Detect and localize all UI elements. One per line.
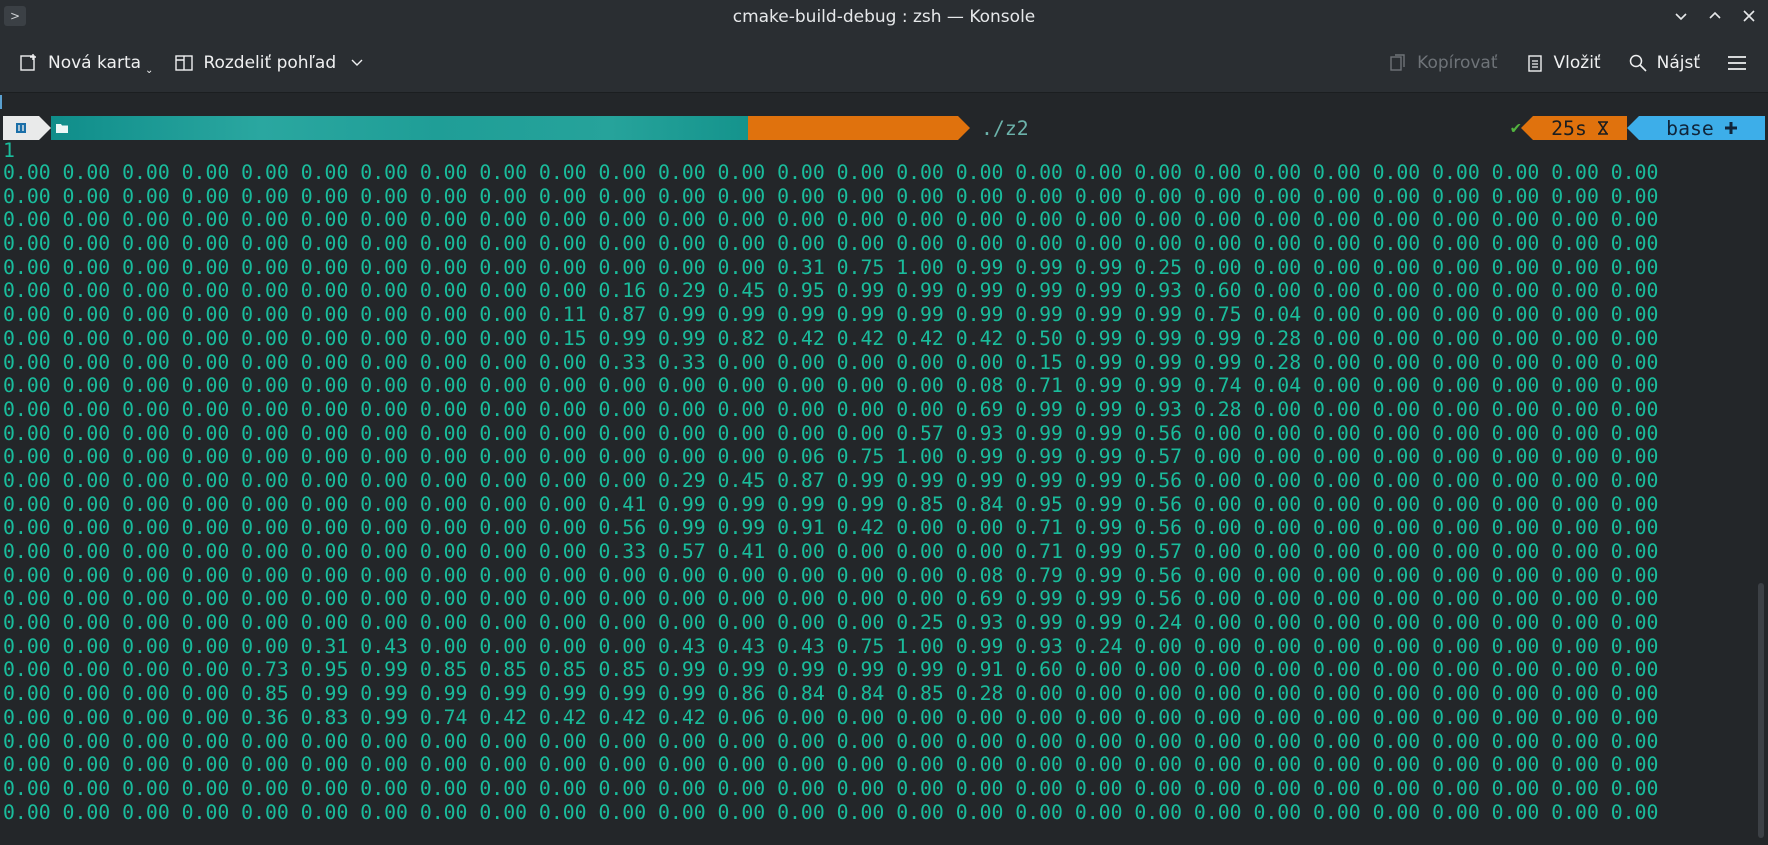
split-view-label: Rozdeliť pohľad [203, 53, 337, 73]
folder-icon [55, 116, 69, 140]
matrix-row: 0.00 0.00 0.00 0.00 0.00 0.00 0.00 0.00 … [3, 397, 1659, 421]
new-tab-label: Nová karta [48, 53, 142, 73]
window-controls [1672, 0, 1758, 34]
new-tab-button[interactable]: Nová karta ⌄ [8, 43, 163, 83]
matrix-row: 0.00 0.00 0.00 0.00 0.00 0.00 0.00 0.00 … [3, 587, 1659, 611]
chevron-down-icon[interactable] [350, 53, 364, 73]
python-icon [1724, 117, 1738, 140]
matrix-row: 0.00 0.00 0.00 0.00 0.00 0.00 0.00 0.00 … [3, 776, 1659, 800]
matrix-row: 0.00 0.00 0.00 0.00 0.00 0.00 0.00 0.00 … [3, 374, 1659, 398]
prompt-separator-arrow [39, 116, 51, 140]
hamburger-menu-button[interactable] [1716, 43, 1758, 83]
close-icon[interactable] [1740, 8, 1758, 27]
matrix-row: 0.00 0.00 0.00 0.00 0.00 0.00 0.00 0.00 … [3, 161, 1659, 184]
new-tab-icon [18, 52, 40, 74]
matrix-row: 0.00 0.00 0.00 0.00 0.00 0.00 0.00 0.00 … [3, 800, 1659, 824]
prompt-git-segment [748, 116, 958, 140]
paste-label: Vložiť [1553, 53, 1601, 73]
prompt-git-arrow [958, 116, 970, 140]
matrix-row: 0.00 0.00 0.00 0.00 0.00 0.00 0.00 0.00 … [3, 445, 1659, 469]
new-tab-dropdown-icon[interactable]: ⌄ [145, 65, 153, 76]
terminal-area[interactable]: ./z2 ✔ 25s base 1 0.00 0.00 0.00 0.00 0.… [0, 93, 1768, 845]
matrix-row: 0.00 0.00 0.00 0.00 0.00 0.00 0.00 0.00 … [3, 611, 1659, 635]
matrix-row: 0.00 0.00 0.00 0.00 0.00 0.00 0.00 0.00 … [3, 232, 1659, 256]
prompt-duration: 25s [1551, 116, 1587, 140]
prompt-directory-segment [51, 116, 751, 140]
matrix-row: 0.00 0.00 0.00 0.00 0.00 0.00 0.00 0.00 … [3, 753, 1659, 777]
maximize-icon[interactable] [1706, 8, 1724, 27]
window-menu-button[interactable]: > [4, 6, 26, 26]
matrix-row: 0.00 0.00 0.00 0.00 0.00 0.00 0.00 0.00 … [3, 208, 1659, 232]
matrix-row: 0.00 0.00 0.00 0.00 0.85 0.99 0.99 0.99 … [3, 682, 1659, 706]
split-view-icon [173, 52, 195, 74]
copy-icon [1387, 52, 1409, 74]
terminal-left-marker [0, 95, 2, 109]
prompt-duration-segment: 25s [1533, 116, 1627, 140]
matrix-row: 0.00 0.00 0.00 0.00 0.00 0.00 0.00 0.00 … [3, 279, 1659, 303]
title-bar: > cmake-build-debug : zsh — Konsole [0, 0, 1768, 34]
find-button[interactable]: Nájsť [1617, 43, 1710, 83]
matrix-row: 0.00 0.00 0.00 0.00 0.00 0.31 0.43 0.00 … [3, 634, 1659, 658]
search-icon [1627, 52, 1649, 74]
toolbar: Nová karta ⌄ Rozdeliť pohľad Kopírovať V… [0, 34, 1768, 93]
matrix-row: 0.00 0.00 0.00 0.00 0.00 0.00 0.00 0.00 … [3, 468, 1659, 492]
matrix-row: 0.00 0.00 0.00 0.00 0.36 0.83 0.99 0.74 … [3, 705, 1659, 729]
toolbar-right-group: Kopírovať Vložiť Nájsť [1377, 43, 1758, 83]
paste-button[interactable]: Vložiť [1514, 43, 1611, 83]
matrix-row: 0.00 0.00 0.00 0.00 0.73 0.95 0.99 0.85 … [3, 658, 1659, 682]
prompt-env-segment: base [1639, 116, 1765, 140]
split-view-button[interactable]: Rozdeliť pohľad [163, 43, 374, 83]
copy-label: Kopírovať [1417, 53, 1498, 73]
matrix-row: 0.00 0.00 0.00 0.00 0.00 0.00 0.00 0.00 … [3, 326, 1659, 350]
prompt-env: base [1666, 116, 1714, 140]
matrix-row: 0.00 0.00 0.00 0.00 0.00 0.00 0.00 0.00 … [3, 540, 1659, 563]
paste-icon [1524, 52, 1546, 74]
prompt-os-icon [3, 116, 39, 140]
matrix-row: 0.00 0.00 0.00 0.00 0.00 0.00 0.00 0.00 … [3, 421, 1659, 445]
prompt-env-arrow [1627, 116, 1639, 140]
matrix-row: 0.00 0.00 0.00 0.00 0.00 0.00 0.00 0.00 … [3, 516, 1659, 540]
prompt-duration-arrow [1521, 116, 1533, 140]
find-label: Nájsť [1656, 53, 1700, 73]
matrix-row: 0.00 0.00 0.00 0.00 0.00 0.00 0.00 0.00 … [3, 492, 1659, 516]
matrix-row: 0.00 0.00 0.00 0.00 0.00 0.00 0.00 0.00 … [3, 184, 1659, 208]
terminal-scrollbar[interactable] [1758, 583, 1764, 838]
hourglass-icon [1597, 117, 1609, 140]
window-title: cmake-build-debug : zsh — Konsole [732, 7, 1036, 27]
matrix-row: 0.00 0.00 0.00 0.00 0.00 0.00 0.00 0.00 … [3, 350, 1659, 374]
window-menu-glyph: > [9, 9, 21, 23]
status-check-icon: ✔ [1510, 118, 1521, 138]
matrix-row: 0.00 0.00 0.00 0.00 0.00 0.00 0.00 0.00 … [3, 303, 1659, 327]
matrix-row: 0.00 0.00 0.00 0.00 0.00 0.00 0.00 0.00 … [3, 729, 1659, 753]
matrix-row: 0.00 0.00 0.00 0.00 0.00 0.00 0.00 0.00 … [3, 563, 1659, 587]
minimize-icon[interactable] [1672, 8, 1690, 27]
output-line-1: 1 [3, 139, 15, 162]
output-matrix: 0.00 0.00 0.00 0.00 0.00 0.00 0.00 0.00 … [3, 161, 1658, 824]
copy-button[interactable]: Kopírovať [1377, 43, 1507, 83]
hamburger-menu-icon [1726, 52, 1748, 74]
prompt-command: ./z2 [981, 116, 1029, 140]
shell-prompt: ./z2 ✔ 25s base [3, 116, 1765, 140]
matrix-row: 0.00 0.00 0.00 0.00 0.00 0.00 0.00 0.00 … [3, 255, 1659, 279]
